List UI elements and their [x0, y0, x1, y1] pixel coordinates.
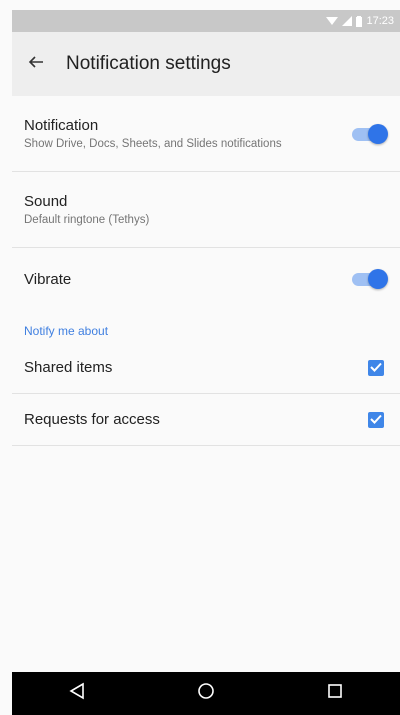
status-time: 17:23	[366, 15, 394, 27]
back-button[interactable]	[14, 42, 58, 86]
circle-home-icon	[197, 682, 215, 705]
notification-toggle[interactable]	[350, 123, 388, 144]
nav-home-button[interactable]	[184, 676, 228, 712]
nav-back-button[interactable]	[55, 676, 99, 712]
navigation-bar	[12, 672, 400, 715]
shared-items-setting[interactable]: Shared items	[12, 342, 400, 394]
requests-access-label: Requests for access	[24, 411, 160, 428]
page-title: Notification settings	[66, 53, 231, 74]
vibrate-setting[interactable]: Vibrate	[12, 248, 400, 310]
settings-list: Notification Show Drive, Docs, Sheets, a…	[12, 96, 400, 446]
triangle-back-icon	[69, 682, 85, 705]
notification-text: Notification Show Drive, Docs, Sheets, a…	[24, 117, 282, 150]
wifi-icon	[326, 16, 339, 26]
sound-title: Sound	[24, 193, 68, 210]
vibrate-title: Vibrate	[24, 270, 72, 288]
arrow-back-icon	[28, 54, 44, 75]
vibrate-toggle-thumb	[368, 269, 388, 289]
sound-subtitle: Default ringtone (Tethys)	[24, 214, 150, 226]
notification-subtitle: Show Drive, Docs, Sheets, and Slides not…	[24, 138, 282, 150]
notify-section-header: Notify me about	[24, 324, 109, 338]
square-recents-icon	[327, 683, 343, 704]
check-icon	[370, 359, 382, 377]
status-bar: 17:23	[12, 10, 400, 32]
notification-toggle-thumb	[368, 123, 388, 144]
vibrate-toggle[interactable]	[350, 269, 388, 289]
nav-recents-button[interactable]	[313, 676, 357, 712]
battery-icon	[356, 15, 363, 27]
screen: 17:23 Notification settings Notification…	[0, 0, 400, 715]
notification-setting[interactable]: Notification Show Drive, Docs, Sheets, a…	[12, 96, 400, 172]
signal-icon	[342, 16, 353, 26]
requests-access-setting[interactable]: Requests for access	[12, 394, 400, 446]
app-bar: Notification settings	[12, 32, 400, 96]
shared-items-label: Shared items	[24, 359, 113, 376]
shared-items-checkbox[interactable]	[368, 359, 384, 377]
sound-text: Sound Default ringtone (Tethys)	[24, 193, 149, 226]
sound-setting[interactable]: Sound Default ringtone (Tethys)	[12, 172, 400, 248]
check-icon	[370, 411, 382, 429]
requests-access-checkbox[interactable]	[368, 411, 384, 429]
notification-title: Notification	[24, 117, 99, 134]
